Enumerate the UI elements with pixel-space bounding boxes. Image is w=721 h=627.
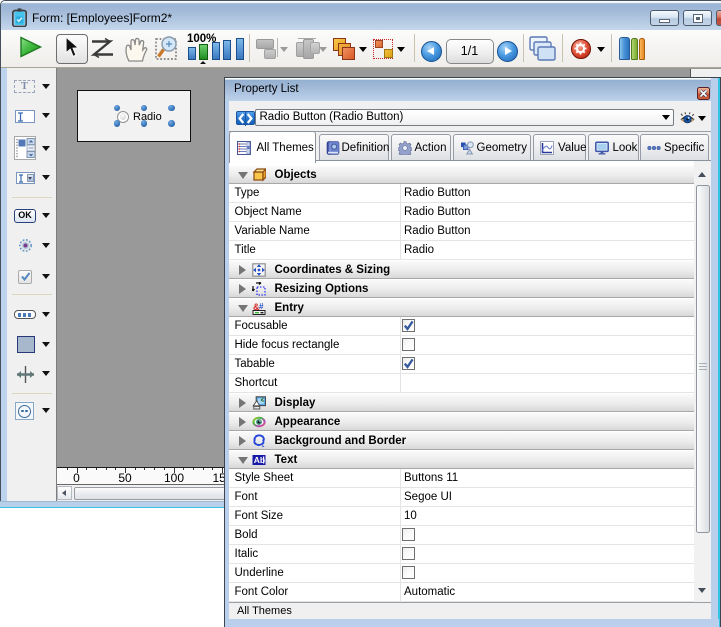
svg-text:#: # xyxy=(259,302,264,311)
